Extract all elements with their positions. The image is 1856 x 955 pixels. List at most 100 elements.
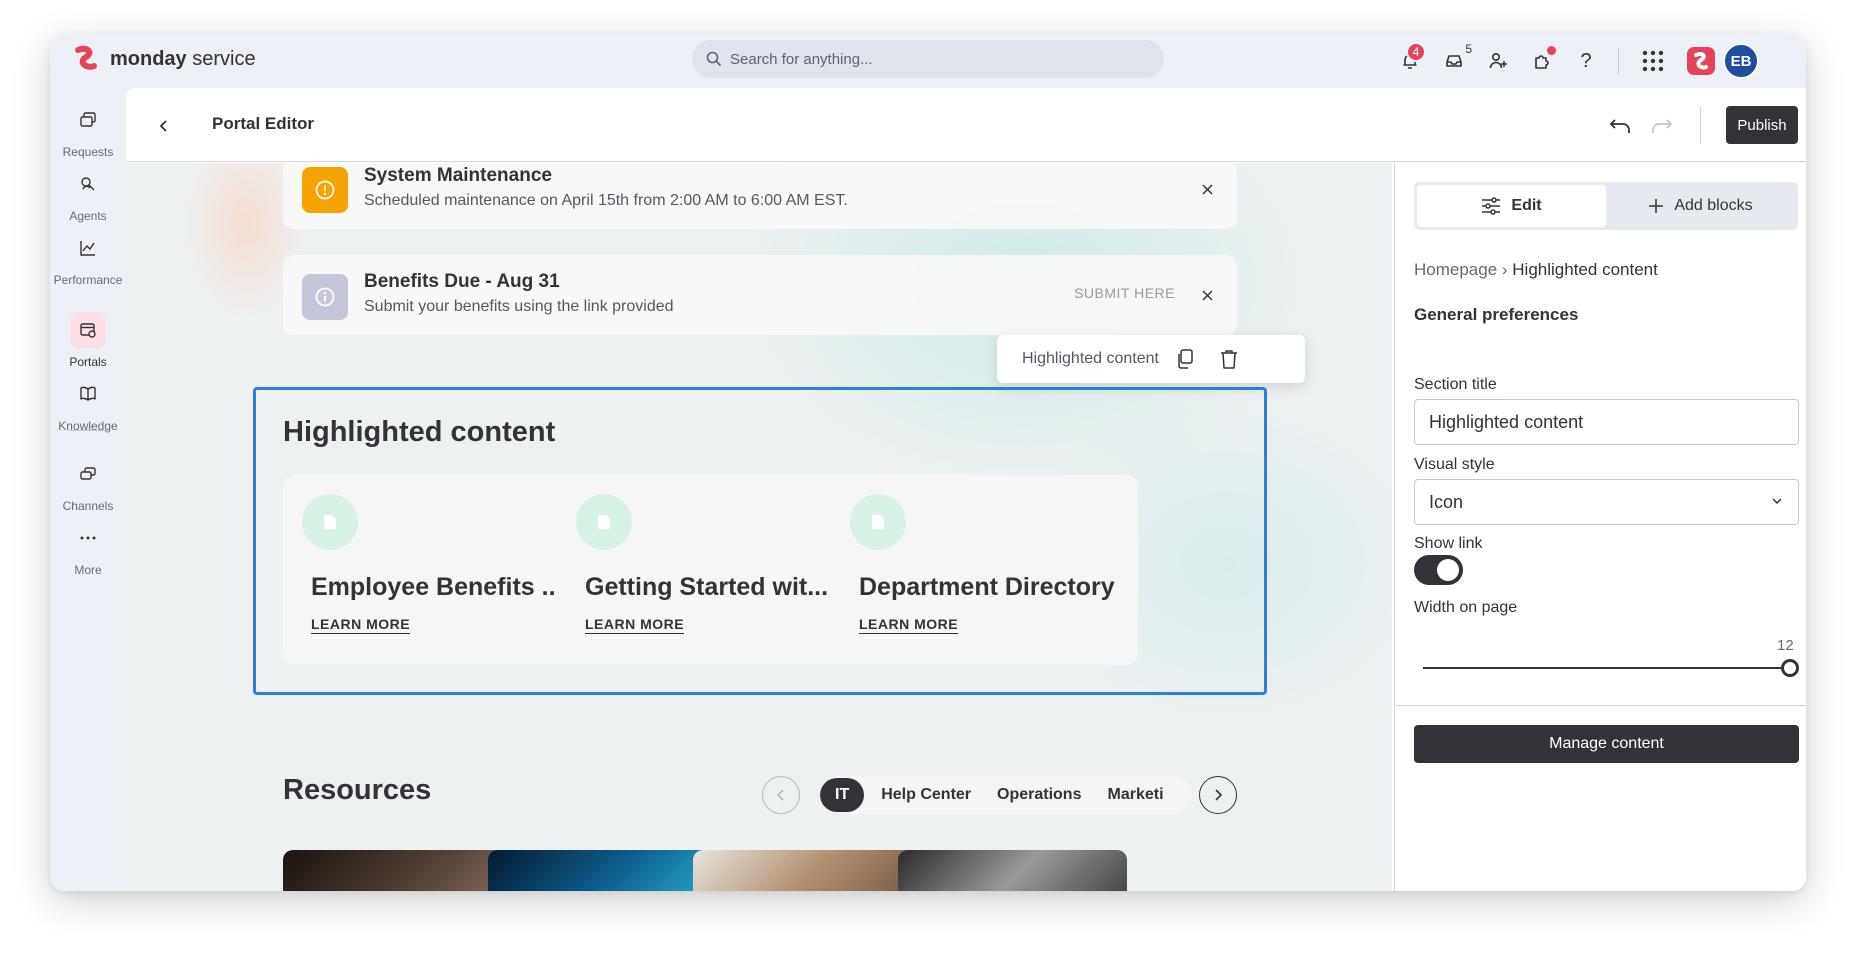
show-link-toggle[interactable] — [1414, 555, 1463, 585]
product-switcher-icon[interactable] — [1687, 47, 1715, 75]
tab-edit[interactable]: Edit — [1417, 185, 1606, 227]
rail-item-performance[interactable]: Performance — [50, 230, 126, 287]
content-card[interactable]: Department Directory LEARN MORE — [831, 475, 1138, 665]
more-icon — [80, 536, 96, 540]
redo-icon — [1652, 119, 1673, 133]
service-logo-icon — [1694, 51, 1708, 70]
breadcrumb: Homepage › Highlighted content — [1414, 260, 1658, 280]
resource-thumbnail[interactable] — [693, 850, 922, 891]
redo-button[interactable] — [1648, 112, 1676, 140]
section-heading: Highlighted content — [283, 416, 556, 448]
invite-button[interactable] — [1478, 44, 1518, 78]
notice-close-button[interactable] — [1197, 179, 1217, 199]
grid-icon — [1642, 50, 1664, 72]
notice-title: System Maintenance — [364, 165, 552, 186]
visual-style-label: Visual style — [1414, 456, 1495, 473]
top-divider — [1618, 48, 1619, 74]
app-window: monday service Search for anything... 4 … — [50, 34, 1806, 891]
resource-thumbnail[interactable] — [488, 850, 717, 891]
resources-next-button[interactable] — [1199, 776, 1237, 814]
rail-item-channels[interactable]: Channels — [50, 456, 126, 513]
editor-header: Portal Editor Publish — [126, 88, 1806, 162]
top-actions: 4 5 ? EB — [1390, 42, 1759, 79]
portal-canvas: System Maintenance Scheduled maintenance… — [126, 163, 1392, 891]
learn-more-link[interactable]: LEARN MORE — [311, 616, 411, 634]
page-title: Portal Editor — [212, 114, 315, 133]
notice-title: Benefits Due - Aug 31 — [364, 271, 560, 292]
section-title-input[interactable]: Highlighted content — [1414, 399, 1799, 445]
help-button[interactable]: ? — [1566, 44, 1606, 78]
card-title: Employee Benefits ... — [311, 573, 563, 601]
rail-item-knowledge[interactable]: Knowledge — [50, 376, 126, 433]
rail-label: Requests — [62, 145, 114, 159]
warning-icon — [302, 167, 348, 213]
submit-here-link[interactable]: SUBMIT HERE — [1074, 285, 1175, 301]
visual-style-select[interactable]: Icon — [1414, 479, 1799, 525]
add-person-icon — [1489, 52, 1507, 69]
inbox-button[interactable]: 5 — [1434, 42, 1474, 78]
rail-item-agents[interactable]: Agents — [50, 166, 126, 223]
global-search[interactable]: Search for anything... — [692, 40, 1164, 78]
section-title-label: Section title — [1414, 376, 1497, 393]
undo-button[interactable] — [1606, 112, 1634, 140]
document-icon — [850, 494, 906, 550]
breadcrumb-separator: › — [1497, 260, 1513, 279]
brand-logo[interactable]: monday service — [72, 44, 256, 74]
chevron-left-icon — [159, 120, 167, 132]
learn-more-link[interactable]: LEARN MORE — [859, 616, 959, 634]
resources-prev-button[interactable] — [762, 776, 800, 814]
plus-icon — [1649, 199, 1664, 213]
resource-thumbnail[interactable] — [283, 850, 512, 891]
content-card[interactable]: Getting Started wit... LEARN MORE — [557, 475, 864, 665]
rail-divider — [68, 430, 108, 431]
knowledge-icon — [80, 386, 96, 401]
rail-item-portals[interactable]: Portals — [50, 312, 126, 369]
tab-marketing[interactable]: Marketi — [1094, 778, 1176, 812]
manage-content-button[interactable]: Manage content — [1414, 725, 1799, 763]
publish-button[interactable]: Publish — [1726, 106, 1798, 144]
duplicate-block-button[interactable] — [1173, 347, 1197, 371]
tab-add-blocks[interactable]: Add blocks — [1606, 185, 1795, 227]
performance-icon — [80, 241, 95, 256]
width-value: 12 — [1777, 637, 1794, 654]
rail-label: Portals — [69, 355, 107, 369]
delete-block-button[interactable] — [1217, 347, 1241, 371]
width-slider-handle[interactable] — [1781, 659, 1799, 677]
info-icon — [302, 274, 348, 320]
breadcrumb-root[interactable]: Homepage — [1414, 260, 1497, 279]
search-icon — [706, 51, 722, 67]
brand-name: monday service — [110, 47, 256, 70]
sliders-icon — [1482, 197, 1501, 215]
rail-item-requests[interactable]: Requests — [50, 102, 126, 159]
back-button[interactable] — [150, 112, 178, 140]
notifications-button[interactable]: 4 — [1390, 42, 1430, 78]
panel-divider — [1395, 705, 1806, 706]
rail-item-more[interactable]: More — [50, 520, 126, 577]
notice-system-maintenance[interactable]: System Maintenance Scheduled maintenance… — [283, 163, 1237, 229]
notice-close-button[interactable] — [1197, 285, 1217, 305]
integrations-button[interactable] — [1522, 44, 1562, 78]
content-card[interactable]: Employee Benefits ... LEARN MORE — [283, 475, 590, 665]
inbox-icon — [1446, 55, 1462, 67]
block-toolbar-label: Highlighted content — [1022, 350, 1159, 367]
chevron-down-icon — [1772, 498, 1782, 505]
notice-text: Scheduled maintenance on April 15th from… — [364, 192, 848, 209]
tab-add-blocks-label: Add blocks — [1674, 197, 1753, 214]
learn-more-link[interactable]: LEARN MORE — [585, 616, 685, 634]
user-avatar[interactable]: EB — [1723, 43, 1759, 79]
width-slider-track[interactable] — [1423, 667, 1793, 669]
tab-help-center[interactable]: Help Center — [868, 778, 984, 812]
rail-label: More — [74, 563, 102, 577]
top-bar: monday service Search for anything... 4 … — [50, 34, 1806, 88]
resources-heading: Resources — [283, 774, 432, 806]
document-icon — [302, 494, 358, 550]
resource-thumbnail[interactable] — [898, 850, 1127, 891]
tab-it[interactable]: IT — [820, 778, 865, 812]
highlighted-content-section[interactable]: Highlighted content Employee Benefits ..… — [253, 387, 1267, 695]
apps-menu-button[interactable] — [1633, 44, 1673, 78]
notice-benefits-due[interactable]: Benefits Due - Aug 31 Submit your benefi… — [283, 255, 1237, 335]
rail-label: Performance — [53, 273, 123, 287]
close-icon — [1201, 183, 1213, 195]
close-icon — [1201, 289, 1213, 301]
tab-operations[interactable]: Operations — [984, 778, 1094, 812]
